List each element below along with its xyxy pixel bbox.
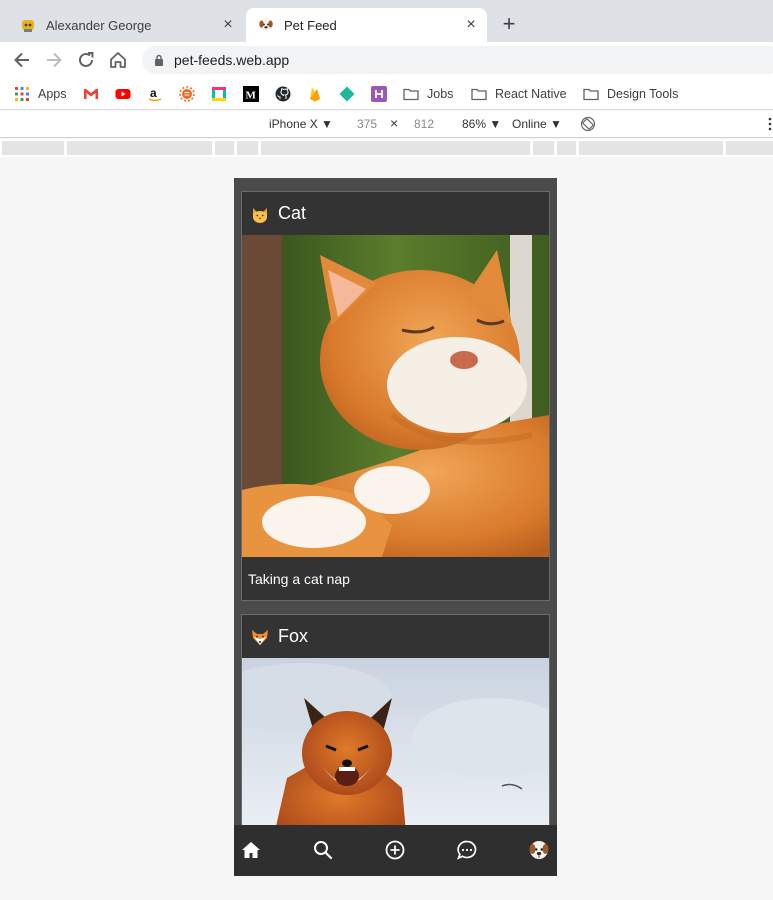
amazon-icon[interactable]: a xyxy=(147,86,163,102)
cat-photo xyxy=(242,235,549,557)
bookmarks-bar: Apps a M Jobs React Native Design Tools xyxy=(0,78,773,110)
post-header: Fox xyxy=(242,615,549,658)
ruler-segment[interactable] xyxy=(261,141,530,155)
viewport-height-input[interactable]: 812 xyxy=(414,117,434,131)
fox-photo xyxy=(242,658,549,844)
home-icon[interactable] xyxy=(240,839,262,861)
new-tab-button[interactable]: + xyxy=(498,13,520,35)
firebase-icon[interactable] xyxy=(307,86,323,102)
home-icon[interactable] xyxy=(107,49,129,71)
more-options-icon[interactable] xyxy=(768,117,772,131)
bookmark-folder-react-native[interactable]: React Native xyxy=(471,84,567,104)
messages-icon[interactable] xyxy=(456,839,478,861)
device-select[interactable]: iPhone X ▼ xyxy=(269,117,333,131)
youtube-icon[interactable] xyxy=(115,86,131,102)
tab-pet-feed[interactable]: Pet Feed × xyxy=(246,8,487,42)
bookmark-label: Jobs xyxy=(427,87,454,101)
hackerrank-icon[interactable] xyxy=(371,86,387,102)
reload-icon[interactable] xyxy=(75,49,97,71)
url-text: pet-feeds.web.app xyxy=(174,52,290,68)
sun-badge-icon[interactable] xyxy=(179,86,195,102)
back-arrow-icon[interactable] xyxy=(11,49,33,71)
bookmark-label: Design Tools xyxy=(607,87,679,101)
viewport-width-input[interactable]: 375 xyxy=(357,117,377,131)
apps-grid-icon xyxy=(15,87,29,101)
dimension-separator: × xyxy=(390,115,399,131)
folder-icon xyxy=(403,88,419,101)
dog-profile-icon[interactable] xyxy=(528,839,550,861)
bookmark-label: React Native xyxy=(495,87,567,101)
cat-face-icon xyxy=(253,207,267,223)
address-bar[interactable]: pet-feeds.web.app xyxy=(142,46,773,74)
ruler-segment[interactable] xyxy=(726,141,773,155)
ruler-segment[interactable] xyxy=(237,141,258,155)
add-post-icon[interactable] xyxy=(384,839,406,861)
ruler-segment[interactable] xyxy=(2,141,64,155)
fox-face-icon xyxy=(252,629,268,645)
octocat-favicon-icon xyxy=(20,17,36,33)
feed-post-cat[interactable]: Cat Taking a cat nap xyxy=(241,191,550,601)
browser-tab-strip: Alexander George × Pet Feed × + xyxy=(0,0,773,42)
folder-icon xyxy=(471,88,487,101)
bottom-tab-bar xyxy=(234,825,557,876)
close-tab-icon[interactable]: × xyxy=(218,15,238,35)
browser-toolbar: pet-feeds.web.app xyxy=(0,42,773,78)
diamond-logo-icon[interactable] xyxy=(339,86,355,102)
gmail-icon[interactable] xyxy=(83,86,99,102)
post-animal-name: Fox xyxy=(278,626,309,646)
github-icon[interactable] xyxy=(275,86,291,102)
svg-text:M: M xyxy=(246,90,257,102)
forward-arrow-icon[interactable] xyxy=(43,49,65,71)
lock-icon xyxy=(155,54,163,66)
bookmark-apps[interactable]: Apps xyxy=(14,84,67,104)
ruler-segment[interactable] xyxy=(215,141,234,155)
ruler-segment[interactable] xyxy=(557,141,576,155)
post-header: Cat xyxy=(242,192,549,235)
feed-post-fox[interactable]: Fox xyxy=(241,614,550,844)
tab-alexander-george[interactable]: Alexander George × xyxy=(8,8,244,42)
tab-title: Pet Feed xyxy=(284,17,337,33)
medium-icon[interactable]: M xyxy=(243,86,259,102)
search-icon[interactable] xyxy=(312,839,334,861)
bookmark-folder-jobs[interactable]: Jobs xyxy=(403,84,453,104)
bookmark-label: Apps xyxy=(38,87,67,101)
rotate-icon[interactable] xyxy=(580,116,596,132)
frame-logo-icon[interactable] xyxy=(211,86,227,102)
zoom-select[interactable]: 86% ▼ xyxy=(462,117,501,131)
network-throttle-select[interactable]: Online ▼ xyxy=(512,117,562,131)
device-toolbar: iPhone X ▼ 375 × 812 86% ▼ Online ▼ xyxy=(0,111,773,138)
ruler-segment[interactable] xyxy=(67,141,212,155)
folder-icon xyxy=(583,88,599,101)
post-caption: Taking a cat nap xyxy=(248,570,350,587)
tab-title: Alexander George xyxy=(46,17,152,33)
post-animal-name: Cat xyxy=(278,203,307,223)
svg-text:a: a xyxy=(150,86,157,100)
dog-favicon-icon xyxy=(258,17,274,33)
close-tab-icon[interactable]: × xyxy=(461,15,481,35)
ruler-segment[interactable] xyxy=(579,141,723,155)
bookmark-folder-design-tools[interactable]: Design Tools xyxy=(583,84,678,104)
pet-feed-app: Cat Taking a cat nap Fox xyxy=(234,178,557,876)
media-query-ruler xyxy=(0,139,773,157)
ruler-segment[interactable] xyxy=(533,141,554,155)
